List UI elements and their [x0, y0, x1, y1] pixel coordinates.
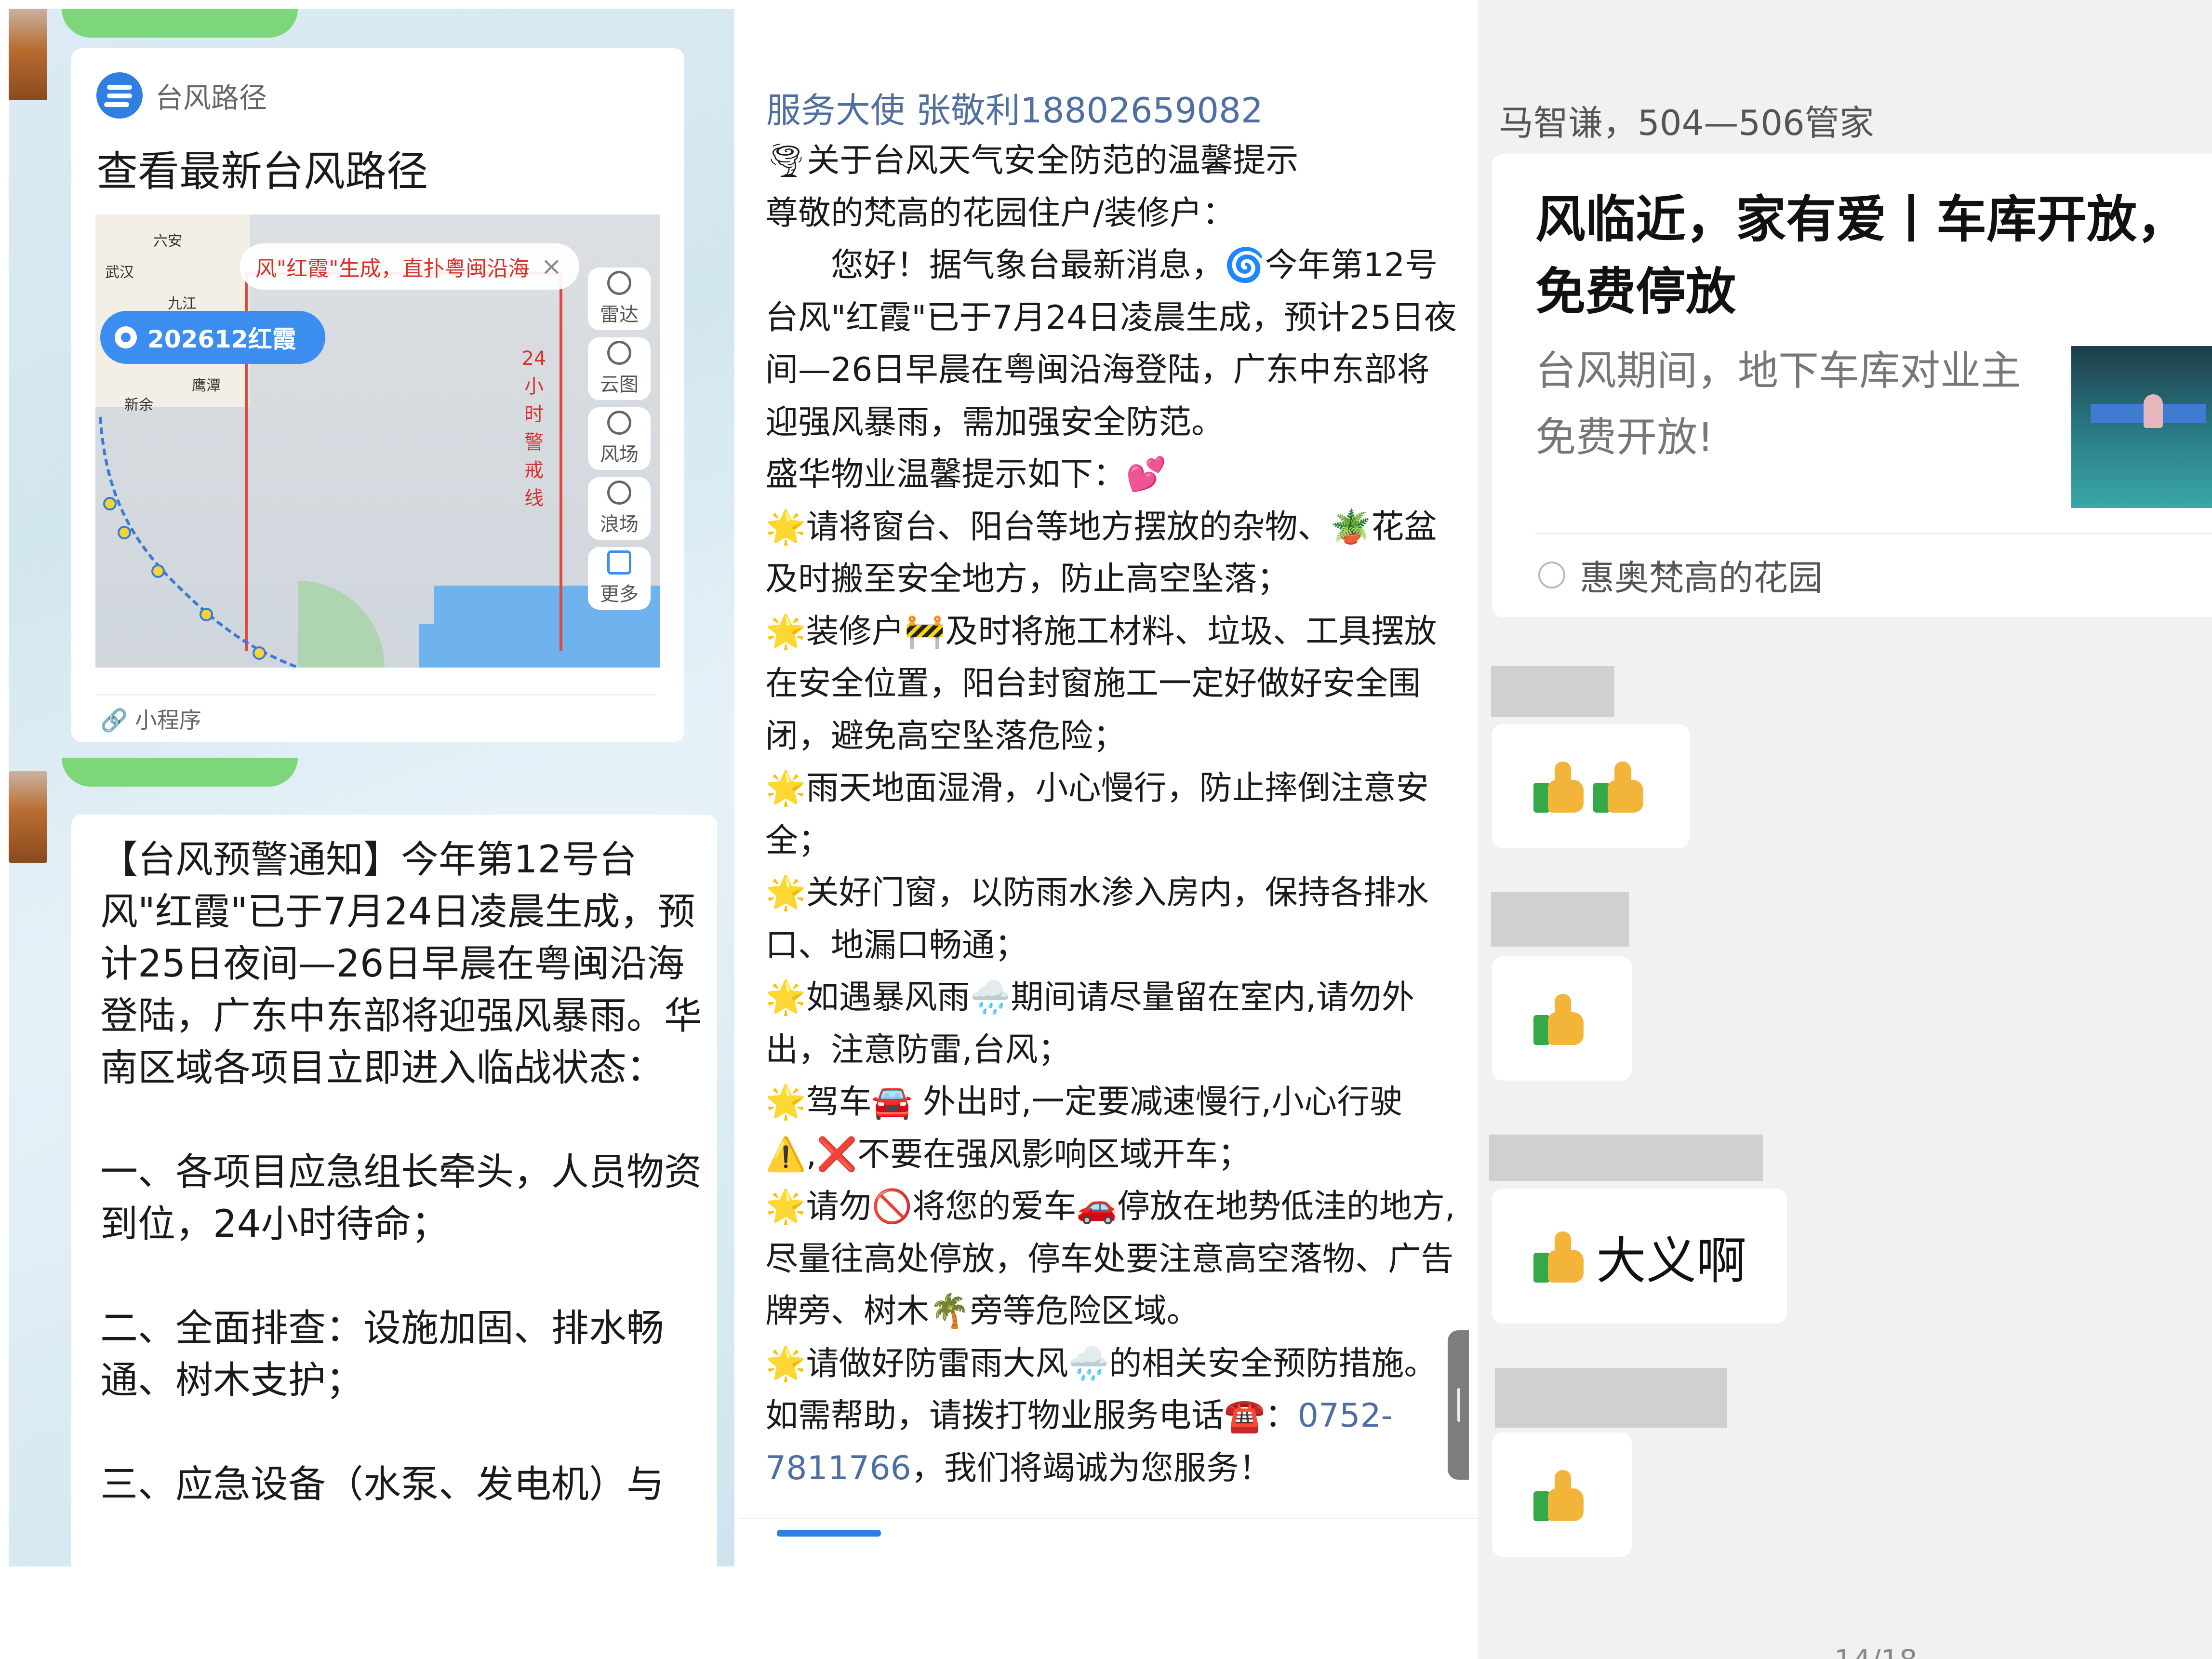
reply-bubble[interactable]: 大义啊: [1492, 1189, 1787, 1324]
redacted-sender-name: [1491, 892, 1629, 947]
card-divider: [1535, 533, 2212, 534]
track-point: [118, 526, 131, 539]
wind-field-label: 风场: [600, 443, 639, 466]
map-place-label: 武汉: [105, 264, 134, 281]
message-line: ，我们将竭诚为您服务！: [911, 1449, 1272, 1487]
right-screenshot-panel: 马智谦，504—506管家 风临近，家有爱丨车库开放，免费停放 台风期间，地下车…: [1478, 0, 2212, 1659]
message-line: 🌪关于台风天气安全防范的温馨提示: [765, 142, 1299, 180]
link-card-source-name: 惠奥梵高的花园: [1580, 558, 1823, 598]
more-grid-icon: [607, 550, 631, 575]
bottom-strip: [738, 1518, 1478, 1558]
wave-field-icon: [607, 481, 631, 505]
message-line: 🌟关好门窗，以防雨水渗入房内，保持各排水口、地漏口畅通；: [765, 874, 1429, 964]
redacted-name-pill: [62, 9, 298, 38]
reply-bubble[interactable]: [1492, 1432, 1632, 1557]
link-card-description: 台风期间，地下车库对业主免费开放!: [1535, 347, 2022, 461]
message-line: 尊敬的梵高的花园住户/装修户：: [765, 194, 1235, 232]
message-line: 🌟如遇暴风雨🌧️期间请尽量留在室内,请勿外出，注意防雷,台风；: [765, 978, 1414, 1069]
wind-field-icon: [607, 411, 631, 435]
mini-program-footer-label: 小程序: [134, 707, 201, 733]
sender-name[interactable]: 马智谦，504—506管家: [1499, 94, 1874, 145]
reply-text: 大义啊: [1596, 1231, 1747, 1290]
mini-program-title: 查看最新台风路径: [96, 147, 428, 196]
notice-paragraph: 二、全面排查：设施加固、排水畅通、树木支护；: [100, 1307, 665, 1402]
redacted-sender-name: [1491, 666, 1614, 717]
typhoon-id-tag[interactable]: 202612红霞: [100, 311, 325, 364]
map-place-label: 新余: [124, 397, 153, 414]
wave-field-label: 浪场: [600, 513, 639, 535]
safety-tips-message[interactable]: 🌪关于台风天气安全防范的温馨提示 尊敬的梵高的花园住户/装修户： 您好！据气象台…: [765, 135, 1459, 1495]
sender-avatar[interactable]: [9, 9, 47, 100]
account-logo-icon: [1538, 561, 1565, 589]
typhoon-notice-message[interactable]: 【台风预警通知】今年第12号台风"红霞"已于7月24日凌晨生成，预计25日夜间—…: [71, 815, 717, 1586]
reply-bubble[interactable]: [1492, 724, 1690, 848]
sender-name[interactable]: 服务大使 张敬利18802659082: [766, 82, 1263, 133]
message-line: 🌟雨天地面湿滑，小心慢行，防止摔倒注意安全；: [765, 769, 1429, 860]
thumbs-up-icon: [1533, 760, 1586, 813]
typhoon-track-line: [99, 416, 299, 668]
mini-program-link-icon: 🔗: [100, 707, 128, 733]
radar-label: 雷达: [600, 304, 639, 326]
redacted-sender-name: [1489, 1135, 1763, 1181]
panel-bottom-blank: [0, 1566, 738, 1659]
map-notice-banner[interactable]: 风"红霞"生成，直扑粤闽沿海 ×: [240, 243, 580, 290]
map-place-label: 六安: [153, 233, 182, 250]
redacted-sender-name: [1495, 1368, 1727, 1428]
mini-program-footer: 🔗 小程序: [100, 703, 201, 735]
notice-text: 【台风预警通知】今年第12号台风"红霞"已于7月24日凌晨生成，预计25日夜间—…: [100, 834, 707, 1511]
panel-bottom-blank: [738, 1566, 1478, 1659]
garage-open-link-card[interactable]: 风临近，家有爱丨车库开放，免费停放 台风期间，地下车库对业主免费开放! 惠奥梵高…: [1492, 154, 2212, 617]
thumbs-up-icon: [1533, 1468, 1586, 1521]
radar-button[interactable]: 雷达: [588, 268, 651, 330]
more-button[interactable]: 更多: [588, 547, 651, 610]
thumbs-up-icon: [1533, 992, 1586, 1045]
typhoon-app-logo-icon: [96, 72, 143, 119]
typhoon-icon: [115, 326, 137, 348]
mini-program-name: 台风路径: [155, 81, 267, 114]
message-line: 🌟请勿🚫将您的爱车🚗停放在地势低洼的地方,尽量往高处停放，停车处要注意高空落物、…: [765, 1188, 1455, 1330]
page-indicator: 14/18: [1834, 1644, 1918, 1659]
map-notice-text: 风"红霞"生成，直扑粤闽沿海: [255, 256, 530, 281]
notice-paragraph: 【台风预警通知】今年第12号台风"红霞"已于7月24日凌晨生成，预计25日夜间—…: [100, 838, 702, 1090]
message-line: 🌟装修户🚧及时将施工材料、垃圾、工具摆放在安全位置，阳台封窗施工一定好做好安全围…: [765, 612, 1437, 755]
sender-avatar[interactable]: [9, 771, 47, 863]
map-place-label: 九江: [168, 295, 197, 312]
middle-screenshot-panel: 服务大使 张敬利18802659082 🌪关于台风天气安全防范的温馨提示 尊敬的…: [738, 0, 1478, 1659]
notice-paragraph: 三、应急设备（水泵、发电机）与: [100, 1463, 665, 1506]
scrollbar[interactable]: [1448, 1330, 1469, 1480]
map-place-label: 鹰潭: [192, 377, 221, 394]
cloud-map-label: 云图: [600, 374, 639, 396]
mini-program-card[interactable]: 台风路径 查看最新台风路径 24小时警戒线 风"红霞"生成，直扑粤闽沿海 × 2…: [71, 48, 684, 742]
left-screenshot-panel: 台风路径 查看最新台风路径 24小时警戒线 风"红霞"生成，直扑粤闽沿海 × 2…: [0, 0, 738, 1659]
track-point: [103, 497, 117, 510]
wind-field-button[interactable]: 风场: [588, 407, 651, 470]
track-point: [253, 646, 266, 660]
message-line: 盛华物业温馨提示如下：💕: [765, 455, 1167, 494]
message-line: 🌟请将窗台、阳台等地方摆放的杂物、🪴花盆及时搬至安全地方，防止高空坠落；: [765, 508, 1437, 599]
message-line: 您好！据气象台最新消息，🌀今年第12号台风"红霞"已于7月24日凌晨生成，预计2…: [765, 246, 1457, 442]
cloud-map-icon: [607, 341, 631, 365]
cloud-map-button[interactable]: 云图: [588, 337, 651, 400]
link-card-title: 风临近，家有爱丨车库开放，免费停放: [1535, 190, 2187, 321]
link-card-source: 惠奥梵高的花园: [1538, 549, 1823, 600]
radar-icon: [607, 271, 631, 295]
mini-program-header: 台风路径: [96, 72, 267, 119]
tab-indicator: [777, 1530, 881, 1537]
typhoon-map-preview[interactable]: 24小时警戒线 风"红霞"生成，直扑粤闽沿海 × 202612红霞 雷达 云图 …: [95, 214, 660, 668]
garage-thumbnail: [2071, 346, 2212, 508]
card-divider: [96, 694, 655, 696]
message-line: 🌟驾车🚘 外出时,一定要减速慢行,小心行驶⚠️,❌不要在强风影响区域开车；: [765, 1083, 1403, 1174]
thumbs-up-icon: [1593, 760, 1646, 813]
notice-paragraph: 一、各项目应急组长牵头，人员物资到位，24小时待命；: [100, 1151, 702, 1246]
thumbs-up-icon: [1533, 1230, 1586, 1283]
more-label: 更多: [600, 583, 639, 605]
reply-bubble[interactable]: [1492, 956, 1632, 1081]
track-point: [151, 564, 165, 578]
typhoon-id-text: 202612红霞: [147, 325, 296, 353]
close-icon[interactable]: ×: [541, 252, 562, 281]
forecast-cone: [298, 581, 385, 668]
track-point: [200, 608, 213, 621]
wave-field-button[interactable]: 浪场: [588, 477, 651, 540]
redacted-name-pill: [62, 758, 298, 787]
